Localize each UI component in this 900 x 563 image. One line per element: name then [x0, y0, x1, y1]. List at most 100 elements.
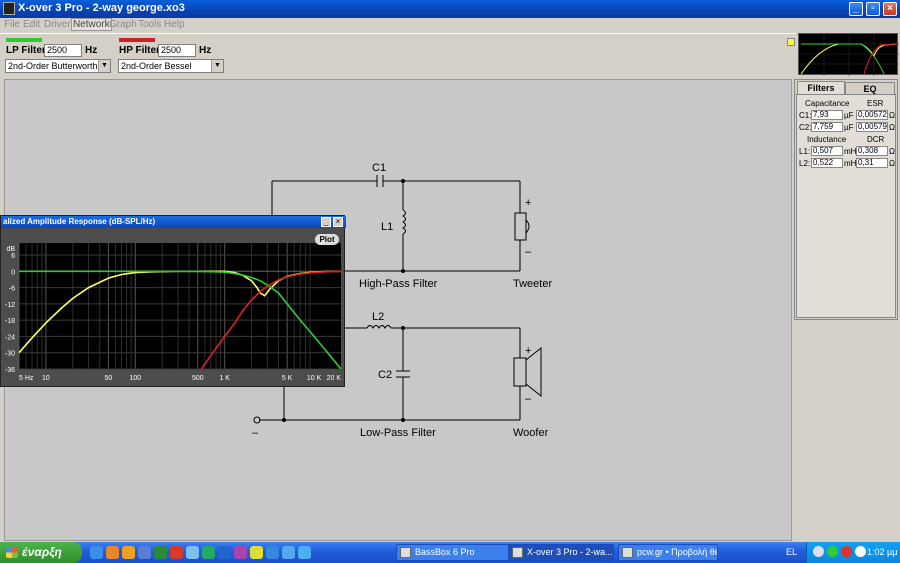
minimize-button[interactable]: _ — [849, 2, 863, 16]
y-tick-label: -6 — [9, 286, 15, 293]
l2-dcr-input[interactable]: 0,31 — [856, 158, 888, 168]
l1-unit: mH — [844, 147, 857, 156]
phone-icon[interactable] — [202, 546, 215, 559]
mini-response-graph — [799, 34, 899, 76]
y-axis-unit-label: dB — [6, 246, 15, 253]
woofer-minus: – — [525, 393, 532, 405]
language-indicator[interactable]: EL — [786, 547, 797, 557]
x-tick-label: 10 — [42, 375, 50, 382]
lp-color-swatch — [6, 38, 42, 42]
task-bassbox[interactable]: BassBox 6 Pro — [396, 544, 514, 561]
l2-ohm: Ω — [889, 159, 895, 168]
dcr-header: DCR — [867, 135, 885, 144]
c2-ohm: Ω — [889, 123, 895, 132]
volume-icon[interactable] — [813, 546, 824, 557]
messenger-icon[interactable] — [154, 546, 167, 559]
bassbox-icon — [400, 547, 411, 558]
task-browser[interactable]: pcw.gr • Προβολή θέ... — [618, 544, 718, 561]
c2-label: C2 — [378, 369, 392, 381]
plot-area — [19, 243, 341, 369]
graph-minimize-button[interactable]: _ — [321, 217, 331, 227]
l1-ohm: Ω — [889, 147, 895, 156]
c1-value-input[interactable]: 7,93 — [811, 110, 843, 120]
explorer-icon[interactable] — [250, 546, 263, 559]
graph-close-button[interactable]: × — [333, 217, 343, 227]
update-icon[interactable] — [855, 546, 866, 557]
x-tick-label: 50 — [104, 375, 112, 382]
maximize-button[interactable]: ▫ — [866, 2, 880, 16]
antivirus-icon[interactable] — [841, 546, 852, 557]
filters-panel: Filters EQ Capacitance ESR C1: 7,93 µF 0… — [794, 79, 898, 320]
l1-value-input[interactable]: 0,507 — [811, 146, 843, 156]
y-tick-label: 6 — [11, 253, 15, 260]
c2-value-input[interactable]: 7,759 — [811, 122, 843, 132]
x-tick-label: 500 — [192, 375, 204, 382]
c1-esr-input[interactable]: 0,00572 — [856, 110, 888, 120]
mini-response-preview[interactable] — [798, 33, 899, 76]
lp-type-select[interactable]: 2nd-Order Butterworth ▼ — [5, 59, 111, 73]
woofer-plus: + — [525, 345, 531, 357]
folder-icon[interactable] — [122, 546, 135, 559]
lp-frequency-input[interactable]: 2500 — [44, 44, 82, 57]
mail-icon[interactable] — [266, 546, 279, 559]
firefox-icon[interactable] — [106, 546, 119, 559]
close-button[interactable]: × — [883, 2, 897, 16]
lp-caption: Low-Pass Filter — [360, 427, 436, 439]
lp-unit-label: Hz — [85, 45, 98, 56]
menu-tools[interactable]: Tools — [138, 19, 161, 30]
tweeter-plus: + — [525, 197, 531, 209]
system-tray: 1:02 μμ — [806, 542, 900, 563]
graph-window-title: alized Amplitude Response (dB-SPL/Hz) — [1, 216, 346, 228]
app-icon[interactable] — [282, 546, 295, 559]
l2-label: L2 — [372, 311, 384, 323]
chat-icon[interactable] — [186, 546, 199, 559]
ie-icon[interactable] — [298, 546, 311, 559]
y-tick-label: -18 — [5, 318, 15, 325]
menu-edit[interactable]: Edit — [23, 19, 40, 30]
y-tick-label: -12 — [5, 302, 15, 309]
menu-file[interactable]: File — [4, 19, 20, 30]
tweeter-minus: – — [525, 246, 532, 258]
y-tick-label: -36 — [5, 367, 15, 374]
x-tick-label: 20 K — [327, 375, 342, 382]
player-icon[interactable] — [234, 546, 247, 559]
start-button[interactable]: έναρξη — [0, 542, 82, 563]
c2-name: C2: — [799, 123, 812, 132]
windows-logo-icon — [6, 547, 18, 558]
tweeter-label: Tweeter — [513, 278, 552, 290]
l1-name: L1: — [799, 147, 811, 156]
lp-filter-label: LP Filter: — [6, 45, 50, 56]
security-icon[interactable] — [827, 546, 838, 557]
network-icon[interactable] — [218, 546, 231, 559]
menu-graph[interactable]: Graph — [109, 19, 137, 30]
tab-filters[interactable]: Filters — [797, 81, 845, 94]
hp-frequency-input[interactable]: 2500 — [158, 44, 196, 57]
task-xover[interactable]: X-over 3 Pro - 2-wa... — [508, 544, 614, 561]
c2-esr-input[interactable]: 0,00579 — [856, 122, 888, 132]
opera-icon[interactable] — [170, 546, 183, 559]
amplitude-response-window[interactable]: dB 6 0 -6 -12 -18 -24 -30 -36 5 Hz 10 50 100 500 1 K 5 … — [0, 215, 346, 387]
hp-filter-label: HP Filter: — [119, 45, 164, 56]
lp-type-value: 2nd-Order Butterworth — [8, 61, 98, 71]
chevron-down-icon: ▼ — [98, 60, 110, 72]
media-icon[interactable] — [138, 546, 151, 559]
x-tick-label: 10 K — [307, 375, 322, 382]
l2-value-input[interactable]: 0,522 — [811, 158, 843, 168]
c1-name: C1: — [799, 111, 812, 120]
clock: 1:02 μμ — [867, 547, 898, 557]
menu-help[interactable]: Help — [164, 19, 185, 30]
xover-icon — [512, 547, 523, 558]
hp-color-swatch — [119, 38, 155, 42]
hp-type-select[interactable]: 2nd-Order Bessel ▼ — [118, 59, 224, 73]
l1-dcr-input[interactable]: 0,308 — [856, 146, 888, 156]
amplitude-response-chart: dB6 0 -6 -12 -18 -24 -30 -36 5 Hz 10 50 100 500 1 K 5 … — [5, 243, 342, 382]
menu-driver[interactable]: Driver — [44, 19, 71, 30]
x-tick-label: 5 K — [282, 375, 293, 382]
show-desktop-icon[interactable] — [90, 546, 103, 559]
plot-button[interactable]: Plot — [315, 234, 339, 245]
menu-network[interactable]: Network — [71, 18, 112, 31]
task-browser-label: pcw.gr • Προβολή θέ... — [637, 547, 718, 557]
graph-color-marker[interactable] — [787, 38, 795, 46]
inductance-header: Inductance — [807, 135, 847, 144]
x-tick-label: 100 — [129, 375, 141, 382]
